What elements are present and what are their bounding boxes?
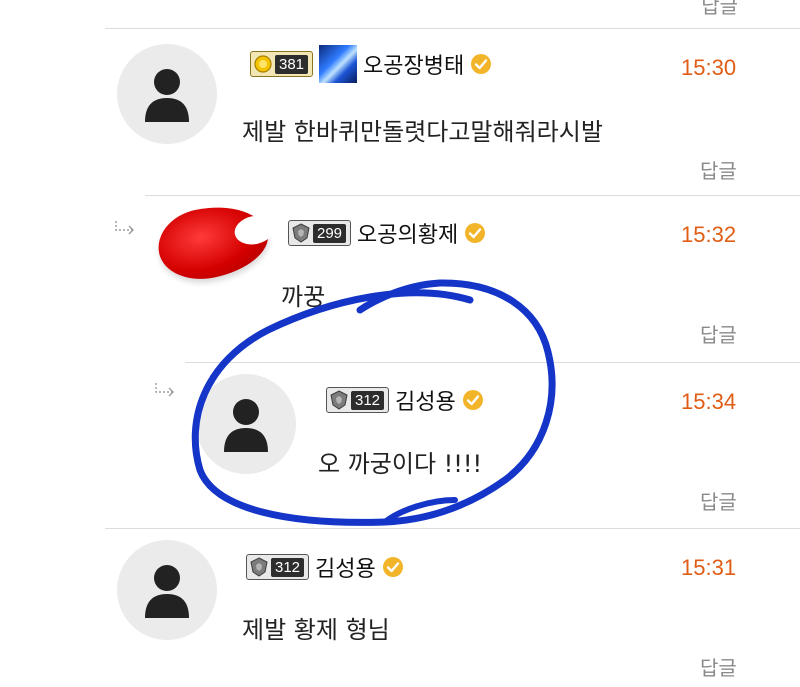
comment-item: 312 김성용 15:31 제발 황제 형님 답글 (0, 528, 800, 687)
reply-arrow-icon (115, 221, 134, 235)
reply-button[interactable]: 답글 (700, 486, 737, 515)
reply-button[interactable]: 답글 (700, 155, 737, 184)
sun-medal-icon (254, 55, 272, 73)
avatar[interactable] (117, 44, 217, 144)
comment-meta: 381 오공장병태 (250, 45, 492, 83)
comment-time: 15:30 (681, 55, 737, 80)
default-avatar-icon (224, 399, 268, 452)
comment-meta: 312 김성용 (326, 382, 484, 418)
level-value: 381 (275, 54, 309, 74)
level-value: 312 (271, 557, 305, 577)
default-avatar-icon (145, 69, 189, 122)
comment-text: 제발 한바퀴만돌렷다고말해줘라시발 (242, 118, 603, 146)
reply-button[interactable]: 답글 (700, 652, 737, 681)
comment-meta: 299 오공의황제 (288, 215, 486, 251)
verified-icon (382, 557, 403, 577)
comment-time: 15:32 (681, 222, 737, 247)
reply-button[interactable]: 답글 (700, 319, 737, 348)
nickname[interactable]: 김성용 (395, 384, 456, 416)
comment-item: 312 김성용 15:34 오 까궁이다 !!!! 답글 (0, 362, 800, 528)
comment-item: 381 오공장병태 15:30 제발 한바퀴만돌렷다고말해줘라시발 답글 (0, 0, 800, 195)
comment-item: 299 오공의황제 15:32 까꿍 답글 (0, 195, 800, 362)
comment-text: 제발 황제 형님 (242, 616, 390, 644)
level-value: 312 (351, 390, 385, 410)
nickname[interactable]: 김성용 (315, 551, 376, 583)
nickname[interactable]: 오공장병태 (363, 48, 464, 80)
verified-icon (465, 223, 486, 243)
verified-icon (471, 54, 492, 74)
shield-medal-icon (250, 557, 268, 577)
profile-thumbnail (319, 45, 358, 83)
comment-text: 까꿍 (281, 283, 326, 311)
comment-meta: 312 김성용 (246, 549, 404, 585)
comment-time: 15:34 (681, 389, 737, 414)
level-badge: 299 (288, 220, 352, 246)
shield-medal-icon (330, 390, 348, 410)
shield-medal-icon (292, 223, 310, 243)
reply-arrow-icon (155, 383, 174, 397)
default-avatar-icon (145, 565, 189, 618)
nickname[interactable]: 오공의황제 (357, 217, 458, 249)
verified-icon (462, 390, 483, 410)
level-value: 299 (313, 223, 347, 243)
comment-text: 오 까궁이다 !!!! (318, 450, 483, 478)
avatar[interactable] (151, 196, 275, 288)
comment-time: 15:31 (681, 555, 737, 580)
level-badge: 381 (250, 51, 314, 77)
avatar[interactable] (117, 540, 217, 640)
avatar[interactable] (196, 374, 296, 474)
level-badge: 312 (326, 387, 390, 413)
level-badge: 312 (246, 554, 310, 580)
